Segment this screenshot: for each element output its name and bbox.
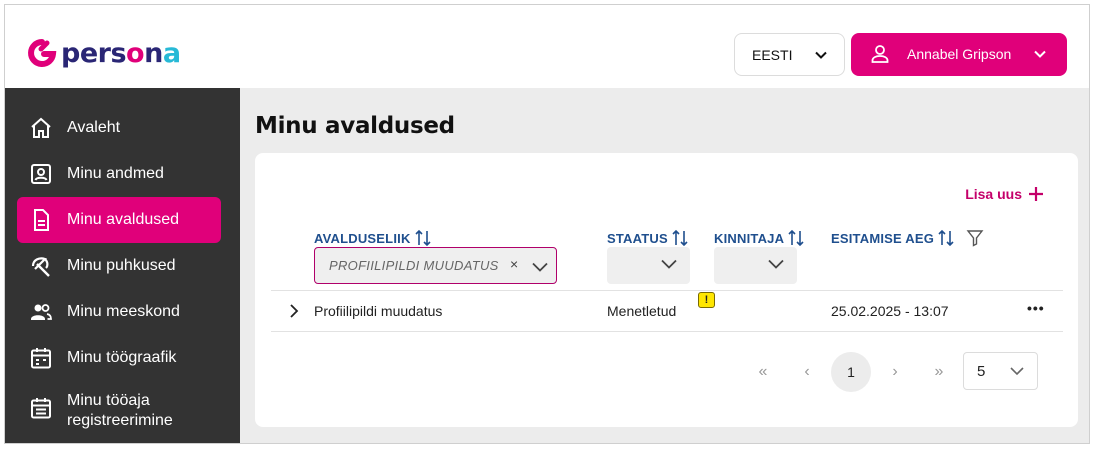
first-page-button[interactable]: « — [743, 352, 783, 392]
user-name: Annabel Gripson — [907, 46, 1012, 62]
team-icon — [31, 304, 52, 320]
persona-logo[interactable]: persona — [27, 38, 181, 68]
plus-icon — [1029, 187, 1043, 201]
column-header-label: AVALDUSELIIK — [314, 230, 411, 246]
table-row[interactable]: Profiilipildi muudatus Menetletud ! 25.0… — [271, 291, 1063, 332]
status-filter-select[interactable] — [607, 247, 690, 284]
time-register-icon — [31, 398, 51, 419]
logo-part-4: a — [162, 37, 181, 69]
user-menu-button[interactable]: Annabel Gripson — [851, 33, 1067, 76]
sidebar-item-label-line1: Minu tööaja — [67, 392, 150, 409]
row-actions-menu[interactable]: ••• — [1027, 300, 1045, 316]
sidebar-item-label: Minu avaldused — [67, 211, 180, 228]
chevron-down-icon — [768, 259, 784, 269]
sort-icon — [788, 229, 804, 247]
sidebar-item-label-line2: registreerimine — [67, 412, 173, 429]
sidebar-item-tooaja-registreerimine[interactable]: Minu tööaja registreerimine — [17, 386, 221, 436]
calendar-icon — [31, 348, 51, 369]
clear-filter-icon[interactable]: × — [510, 256, 518, 272]
logo-wordmark: persona — [61, 40, 181, 67]
main-content: Minu avaldused Lisa uus AVALDUSELIIK STA… — [240, 88, 1089, 443]
persona-logo-icon — [28, 39, 57, 67]
column-header-approver[interactable]: KINNITAJA — [714, 229, 805, 247]
row-type: Profiilipildi muudatus — [314, 303, 443, 319]
sidebar-item-minu-toograafik[interactable]: Minu töögraafik — [17, 335, 221, 381]
sidebar-item-label: Minu töögraafik — [67, 349, 177, 366]
page-size-value: 5 — [977, 363, 986, 380]
filter-icon[interactable] — [966, 229, 984, 247]
chevron-down-icon — [1010, 367, 1024, 376]
app-window: persona EESTI Annabel Gripson Avaleht Mi… — [4, 4, 1090, 444]
sidebar-item-label: Avaleht — [67, 119, 121, 136]
type-filter-select[interactable]: PROFIILIPILDI MUUDATUS × — [314, 247, 557, 284]
chevron-right-icon[interactable] — [288, 303, 300, 319]
logo-part-2: o — [126, 37, 145, 69]
sidebar: Avaleht Minu andmed Minu avaldused Minu … — [5, 88, 240, 443]
previous-page-button[interactable]: ‹ — [787, 352, 827, 392]
add-new-label: Lisa uus — [965, 186, 1022, 202]
last-page-button[interactable]: » — [919, 352, 959, 392]
column-header-label: KINNITAJA — [714, 230, 785, 246]
chevron-down-icon — [815, 51, 827, 59]
chevron-down-icon — [661, 259, 677, 269]
add-new-button[interactable]: Lisa uus — [965, 186, 1044, 202]
sidebar-item-label: Minu andmed — [67, 165, 164, 182]
row-status: Menetletud — [607, 303, 677, 319]
column-header-label: STAATUS — [607, 230, 668, 246]
sidebar-item-minu-andmed[interactable]: Minu andmed — [17, 151, 221, 197]
chevron-down-icon — [532, 262, 548, 272]
page-1-button[interactable]: 1 — [831, 352, 871, 392]
page-size-select[interactable]: 5 — [963, 352, 1038, 390]
sort-icon — [672, 229, 688, 247]
id-card-icon — [31, 164, 51, 184]
chevron-down-icon — [1034, 50, 1046, 58]
column-header-submitted[interactable]: ESITAMISE AEG — [831, 229, 984, 247]
applications-card: Lisa uus AVALDUSELIIK STAATUS KINNITAJA … — [255, 153, 1078, 427]
row-divider — [271, 331, 1063, 332]
sort-icon — [414, 229, 431, 247]
language-select[interactable]: EESTI — [734, 33, 845, 76]
sidebar-item-minu-avaldused[interactable]: Minu avaldused — [17, 197, 221, 243]
user-icon — [871, 45, 889, 63]
page-title: Minu avaldused — [255, 113, 455, 139]
column-header-type[interactable]: AVALDUSELIIK — [314, 229, 432, 247]
column-header-status[interactable]: STAATUS — [607, 229, 689, 247]
sidebar-item-avaleht[interactable]: Avaleht — [17, 105, 221, 151]
beach-umbrella-icon — [31, 257, 50, 277]
row-submitted: 25.02.2025 - 13:07 — [831, 303, 949, 319]
next-page-button[interactable]: › — [875, 352, 915, 392]
logo-part-1: pers — [61, 37, 127, 69]
top-header: persona EESTI Annabel Gripson — [5, 5, 1089, 88]
sidebar-item-label: Minu meeskond — [67, 303, 180, 320]
sidebar-item-minu-meeskond[interactable]: Minu meeskond — [17, 289, 221, 335]
language-value: EESTI — [752, 46, 793, 63]
column-header-label: ESITAMISE AEG — [831, 230, 935, 246]
home-icon — [31, 117, 51, 138]
sort-icon — [938, 229, 954, 247]
type-filter-value: PROFIILIPILDI MUUDATUS — [329, 258, 499, 273]
logo-part-3: n — [144, 37, 163, 69]
approver-filter-select[interactable] — [714, 247, 797, 284]
warning-badge[interactable]: ! — [698, 292, 715, 308]
sidebar-item-minu-puhkused[interactable]: Minu puhkused — [17, 243, 221, 289]
document-icon — [34, 209, 49, 231]
sidebar-item-label: Minu puhkused — [67, 257, 176, 274]
